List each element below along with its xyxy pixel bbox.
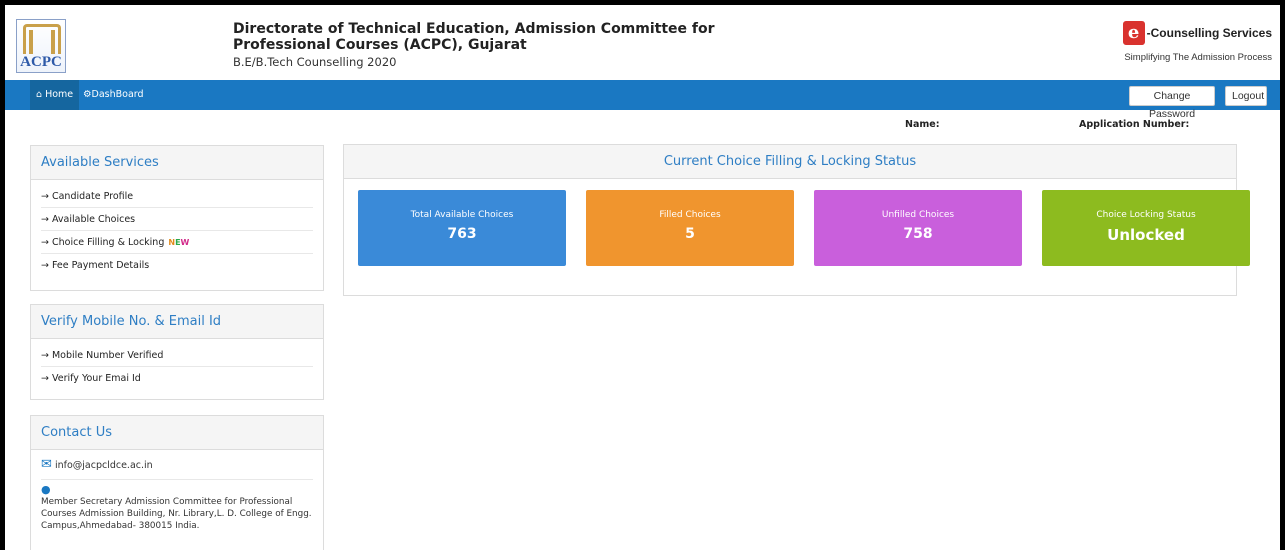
total-choices-card: Total Available Choices 763 <box>358 190 566 266</box>
service-choice-filling-label: → Choice Filling & Locking <box>41 237 165 248</box>
filled-choices-card: Filled Choices 5 <box>586 190 794 266</box>
logo-pillar <box>29 30 33 54</box>
envelope-icon: ✉ <box>41 457 52 472</box>
ecounselling-name: -Counselling Services <box>1146 26 1272 40</box>
candidate-name-label: Name: <box>905 119 940 130</box>
site-subtitle: B.E/B.Tech Counselling 2020 <box>233 55 397 69</box>
browser-frame: ACPC Directorate of Technical Education,… <box>5 5 1280 550</box>
logo-text: ACPC <box>20 54 62 70</box>
filled-choices-label: Filled Choices <box>659 210 721 220</box>
mobile-verified-item[interactable]: → Mobile Number Verified <box>41 344 313 367</box>
title-line-1: Directorate of Technical Education, Admi… <box>233 21 715 37</box>
contact-panel: Contact Us ✉ info@jacpcldce.ac.in ● Memb… <box>30 415 324 550</box>
nav-home-label: Home <box>45 89 74 100</box>
choice-status-panel: Current Choice Filling & Locking Status … <box>343 144 1250 296</box>
filled-choices-value: 5 <box>685 226 695 242</box>
locking-status-card: Choice Locking Status Unlocked <box>1042 190 1250 266</box>
available-services-list: → Candidate Profile → Available Choices … <box>31 180 323 279</box>
verify-heading: Verify Mobile No. & Email Id <box>31 305 323 339</box>
unfilled-choices-card: Unfilled Choices 758 <box>814 190 1022 266</box>
page-header: ACPC Directorate of Technical Education,… <box>5 5 1280 80</box>
acpc-logo[interactable]: ACPC <box>16 19 66 73</box>
nav-home[interactable]: ⌂ Home <box>30 80 80 110</box>
contact-address: Member Secretary Admission Committee for… <box>41 497 312 531</box>
top-navbar: ⌂ Home ⚙DashBoard Change Password Logout <box>5 80 1280 120</box>
available-services-heading: Available Services <box>31 146 323 180</box>
contact-email-row[interactable]: ✉ info@jacpcldce.ac.in <box>41 450 313 480</box>
site-title: Directorate of Technical Education, Admi… <box>233 21 715 69</box>
map-pin-icon: ● <box>41 483 51 496</box>
verify-list: → Mobile Number Verified → Verify Your E… <box>31 339 323 392</box>
logout-button[interactable]: Logout <box>1225 86 1267 106</box>
new-badge-icon: NEW <box>168 238 190 247</box>
service-choice-filling-locking[interactable]: → Choice Filling & Locking NEW <box>41 231 313 254</box>
verify-email-item[interactable]: → Verify Your Emai Id <box>41 367 313 390</box>
change-password-button[interactable]: Change Password <box>1129 86 1215 120</box>
locking-status-value: Unlocked <box>1107 226 1185 244</box>
contact-address-block: ● Member Secretary Admission Committee f… <box>31 480 323 536</box>
home-icon: ⌂ <box>36 89 43 100</box>
nav-dashboard[interactable]: ⚙DashBoard <box>83 80 144 110</box>
total-choices-label: Total Available Choices <box>410 210 514 220</box>
total-choices-value: 763 <box>447 226 477 242</box>
unfilled-choices-value: 758 <box>903 226 933 242</box>
logo-pillar <box>51 30 55 54</box>
dashboard-icon: ⚙ <box>83 89 92 100</box>
service-available-choices[interactable]: → Available Choices <box>41 208 313 231</box>
available-services-panel: Available Services → Candidate Profile →… <box>30 145 324 291</box>
nav-dashboard-label: DashBoard <box>91 89 144 100</box>
locking-status-label: Choice Locking Status <box>1096 210 1196 220</box>
service-fee-payment-details[interactable]: → Fee Payment Details <box>41 254 313 277</box>
unfilled-choices-label: Unfilled Choices <box>881 210 955 220</box>
title-line-2: Professional Courses (ACPC), Gujarat <box>233 37 527 53</box>
service-candidate-profile[interactable]: → Candidate Profile <box>41 185 313 208</box>
contact-heading: Contact Us <box>31 416 323 450</box>
application-number-label: Application Number: <box>1079 119 1190 130</box>
verify-panel: Verify Mobile No. & Email Id → Mobile Nu… <box>30 304 324 400</box>
choice-status-heading: Current Choice Filling & Locking Status <box>344 145 1236 179</box>
ecounselling-tagline: Simplifying The Admission Process <box>1124 52 1272 63</box>
contact-email: info@jacpcldce.ac.in <box>54 460 153 471</box>
ecounselling-logo: e -Counselling Services Simplifying The … <box>1122 21 1272 63</box>
ecounselling-mark-icon: e <box>1122 21 1145 45</box>
